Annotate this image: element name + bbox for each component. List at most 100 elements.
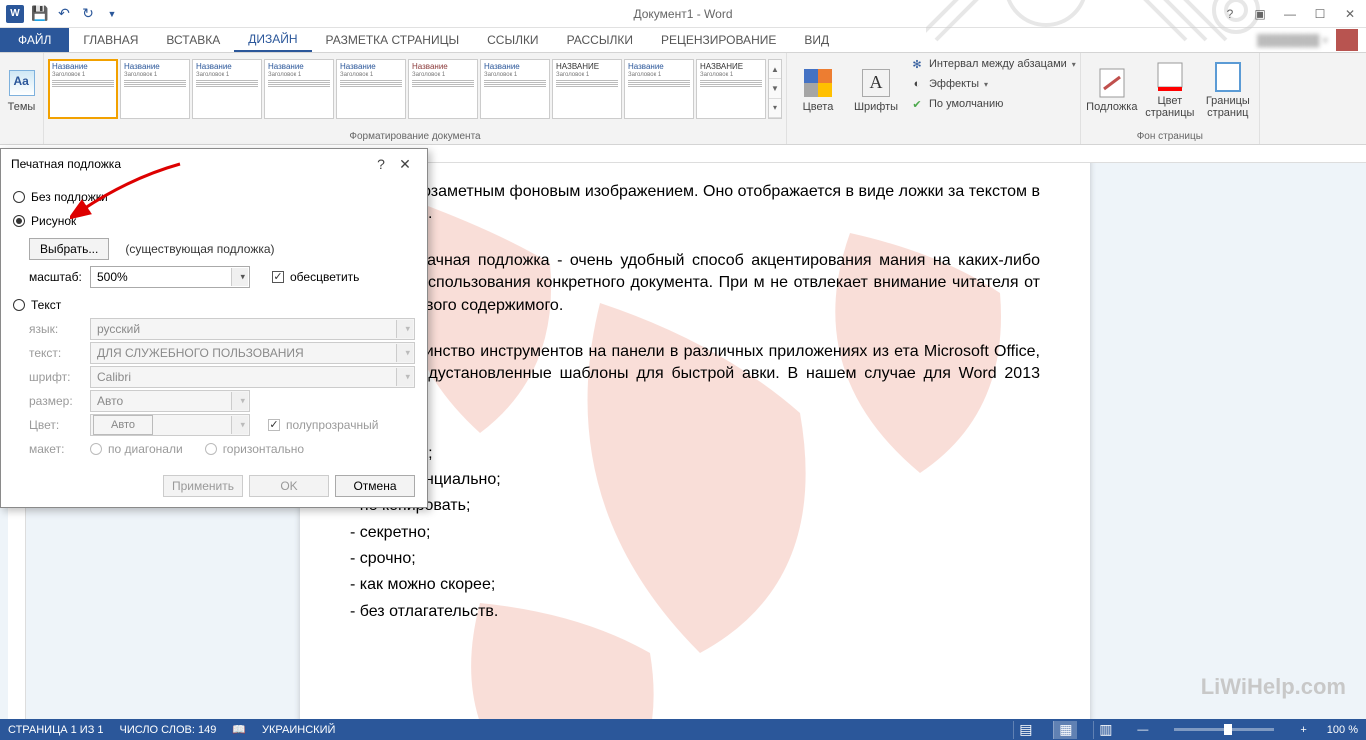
close-icon[interactable]: ✕ xyxy=(1340,4,1360,24)
list-item: - черновик; xyxy=(350,443,1040,465)
status-page[interactable]: СТРАНИЦА 1 ИЗ 1 xyxy=(8,724,104,736)
save-icon[interactable]: 💾 xyxy=(32,6,48,22)
tab-review[interactable]: РЕЦЕНЗИРОВАНИЕ xyxy=(647,28,790,52)
maximize-icon[interactable]: ☐ xyxy=(1310,4,1330,24)
effects-icon: ◐ xyxy=(909,76,925,92)
view-print-icon[interactable]: ▦ xyxy=(1053,721,1077,739)
scale-combo[interactable]: 500%▾ xyxy=(90,266,250,288)
radio-horizontal xyxy=(205,443,217,455)
style-item[interactable]: НазваниеЗаголовок 1 xyxy=(624,59,694,119)
site-watermark: LiWiHelp.com xyxy=(1201,674,1346,700)
colors-icon xyxy=(804,69,832,97)
watermark-button[interactable]: Подложка xyxy=(1085,55,1139,125)
style-item[interactable]: НазваниеЗаголовок 1 xyxy=(336,59,406,119)
view-web-icon[interactable]: ▥ xyxy=(1093,721,1117,739)
tab-file[interactable]: ФАЙЛ xyxy=(0,28,69,52)
status-language[interactable]: УКРАИНСКИЙ xyxy=(262,724,335,736)
minimize-icon[interactable]: — xyxy=(1280,4,1300,24)
list-item: - конфиденциально; xyxy=(350,469,1040,491)
list-item: - не копировать; xyxy=(350,495,1040,517)
status-bar: СТРАНИЦА 1 ИЗ 1 ЧИСЛО СЛОВ: 149 📖 УКРАИН… xyxy=(0,719,1366,740)
apply-button: Применить xyxy=(163,475,243,497)
tab-design[interactable]: ДИЗАЙН xyxy=(234,28,311,52)
text-combo: ДЛЯ СЛУЖЕБНОГО ПОЛЬЗОВАНИЯ▾ xyxy=(90,342,415,364)
style-item[interactable]: НазваниеЗаголовок 1 xyxy=(480,59,550,119)
paragraph: к и большинство инструментов на панели в… xyxy=(350,341,1040,408)
radio-no-watermark[interactable]: Без подложки xyxy=(13,185,415,209)
style-item[interactable]: НАЗВАНИЕЗаголовок 1 xyxy=(696,59,766,119)
tab-view[interactable]: ВИД xyxy=(790,28,843,52)
list-item: - срочно; xyxy=(350,548,1040,570)
tab-layout[interactable]: РАЗМЕТКА СТРАНИЦЫ xyxy=(312,28,474,52)
gallery-scroll[interactable]: ▲▼▾ xyxy=(768,59,782,119)
colors-button[interactable]: Цвета xyxy=(791,55,845,125)
window-title: Документ1 - Word xyxy=(633,7,732,21)
tab-insert[interactable]: ВСТАВКА xyxy=(152,28,234,52)
fonts-button[interactable]: AШрифты xyxy=(849,55,903,125)
fonts-icon: A xyxy=(862,69,890,97)
borders-icon xyxy=(1212,61,1244,93)
font-combo: Calibri▾ xyxy=(90,366,415,388)
existing-watermark-label: (существующая подложка) xyxy=(125,242,274,256)
dialog-help-icon[interactable]: ? xyxy=(369,152,393,176)
group-label-formatting: Форматирование документа xyxy=(48,129,782,144)
spacing-icon: ✻ xyxy=(909,56,925,72)
radio-text[interactable]: Текст xyxy=(13,293,415,317)
semitransparent-checkbox xyxy=(268,419,280,431)
paragraph: ется слабозаметным фоновым изображением.… xyxy=(350,181,1040,226)
list-item: - без отлагательств. xyxy=(350,601,1040,623)
title-bar: W 💾 ↶ ↻ ▼ Документ1 - Word ? ▣ — ☐ ✕ xyxy=(0,0,1366,28)
paragraph-spacing-button[interactable]: ✻Интервал между абзацами▾ xyxy=(909,55,1076,73)
tab-references[interactable]: ССЫЛКИ xyxy=(473,28,552,52)
page-color-button[interactable]: Цвет страницы xyxy=(1143,55,1197,125)
tab-mailings[interactable]: РАССЫЛКИ xyxy=(553,28,647,52)
dialog-close-icon[interactable]: ✕ xyxy=(393,152,417,176)
style-item[interactable]: НазваниеЗаголовок 1 xyxy=(264,59,334,119)
zoom-slider[interactable] xyxy=(1174,728,1274,731)
style-item[interactable]: НазваниеЗаголовок 1 xyxy=(408,59,478,119)
discolor-checkbox[interactable] xyxy=(272,271,284,283)
view-read-icon[interactable]: ▤ xyxy=(1013,721,1037,739)
help-icon[interactable]: ? xyxy=(1220,4,1240,24)
ribbon-options-icon[interactable]: ▣ xyxy=(1250,4,1270,24)
user-name: ████████ ▾ xyxy=(1257,34,1328,47)
list-item: - секретно; xyxy=(350,522,1040,544)
scale-label: масштаб: xyxy=(29,270,84,284)
zoom-in-icon[interactable]: + xyxy=(1296,724,1310,736)
ribbon: Темы НазваниеЗаголовок 1 НазваниеЗаголов… xyxy=(0,53,1366,145)
radio-picture[interactable]: Рисунок xyxy=(13,209,415,233)
style-item[interactable]: НазваниеЗаголовок 1 xyxy=(48,59,118,119)
ok-button: OK xyxy=(249,475,329,497)
dialog-titlebar[interactable]: Печатная подложка ? ✕ xyxy=(1,149,427,179)
status-words[interactable]: ЧИСЛО СЛОВ: 149 xyxy=(120,724,217,736)
effects-button[interactable]: ◐Эффекты▾ xyxy=(909,75,1076,93)
size-combo: Авто▾ xyxy=(90,390,250,412)
page-borders-button[interactable]: Границы страниц xyxy=(1201,55,1255,125)
paragraph: полупрозрачная подложка - очень удобный … xyxy=(350,250,1040,317)
avatar[interactable] xyxy=(1336,29,1358,51)
style-gallery[interactable]: НазваниеЗаголовок 1 НазваниеЗаголовок 1 … xyxy=(48,59,782,119)
redo-icon[interactable]: ↻ xyxy=(80,6,96,22)
watermark-icon xyxy=(1096,67,1128,99)
themes-icon xyxy=(9,70,35,96)
word-app-icon: W xyxy=(6,5,24,23)
undo-icon[interactable]: ↶ xyxy=(56,6,72,22)
style-item[interactable]: НазваниеЗаголовок 1 xyxy=(120,59,190,119)
style-item[interactable]: НАЗВАНИЕЗаголовок 1 xyxy=(552,59,622,119)
list-item: - как можно скорее; xyxy=(350,574,1040,596)
zoom-out-icon[interactable]: — xyxy=(1133,724,1152,736)
qat-dropdown-icon[interactable]: ▼ xyxy=(104,6,120,22)
themes-button[interactable]: Темы xyxy=(4,55,39,125)
choose-picture-button[interactable]: Выбрать... xyxy=(29,238,109,260)
zoom-level[interactable]: 100 % xyxy=(1327,724,1358,736)
dialog-title: Печатная подложка xyxy=(11,157,121,171)
themes-label: Темы xyxy=(8,101,36,113)
check-icon: ✔ xyxy=(909,96,925,112)
tab-home[interactable]: ГЛАВНАЯ xyxy=(69,28,152,52)
status-proofing-icon[interactable]: 📖 xyxy=(232,723,246,736)
cancel-button[interactable]: Отмена xyxy=(335,475,415,497)
set-default-button[interactable]: ✔По умолчанию xyxy=(909,95,1076,113)
style-item[interactable]: НазваниеЗаголовок 1 xyxy=(192,59,262,119)
language-combo: русский▾ xyxy=(90,318,415,340)
document-body[interactable]: ется слабозаметным фоновым изображением.… xyxy=(350,181,1040,623)
